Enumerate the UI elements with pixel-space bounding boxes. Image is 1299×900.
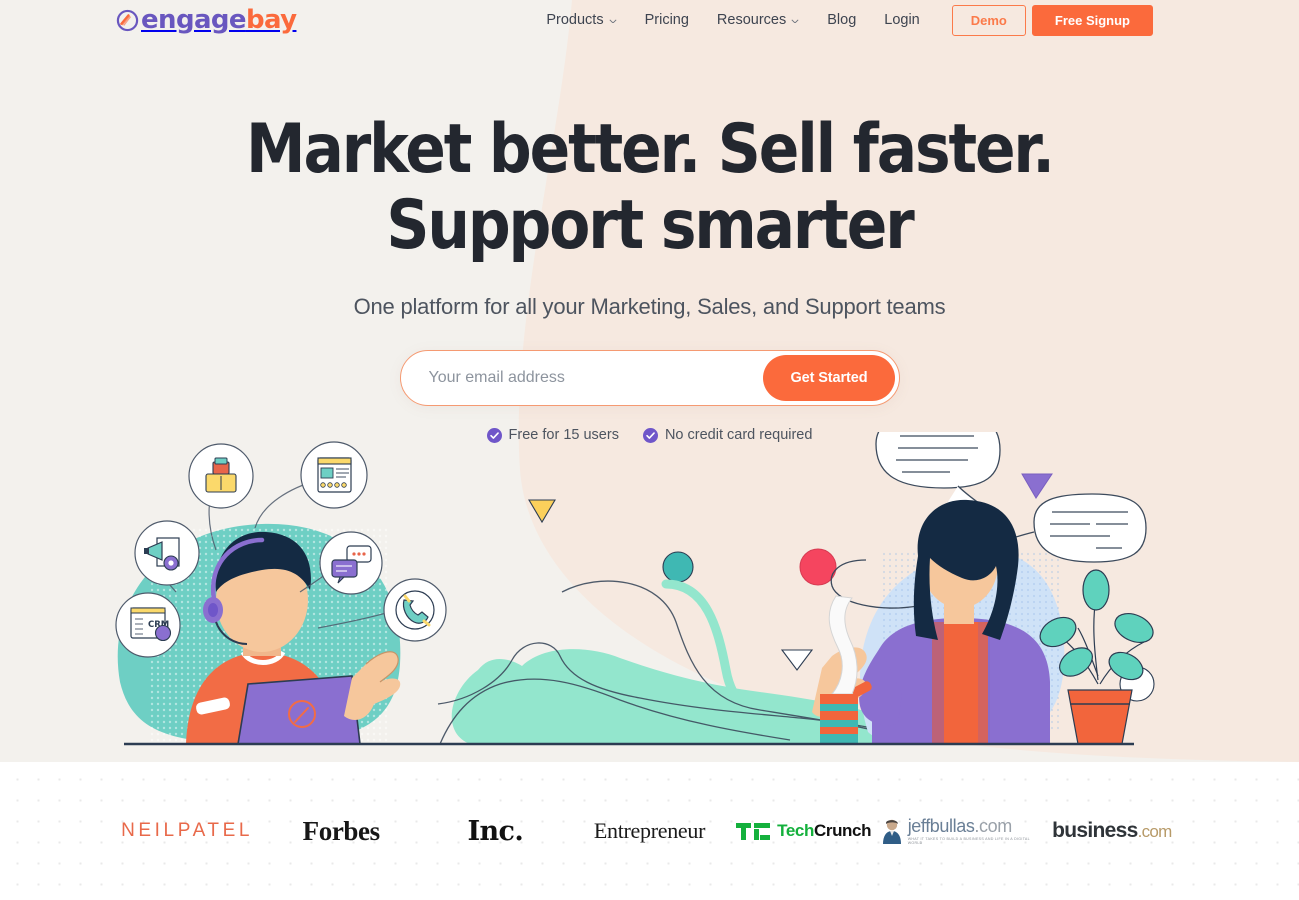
headline-line-2: Support smarter <box>386 186 914 266</box>
site-header: engagebay Products Pricing Resources Blo… <box>0 0 1299 40</box>
email-input[interactable] <box>400 369 764 388</box>
left-illustration-scene: CRM <box>115 441 447 744</box>
logo-inc: Inc. <box>418 808 572 854</box>
assurance-no-credit-card: No credit card required <box>642 427 813 444</box>
chevron-down-icon <box>609 18 617 24</box>
bubble-marketing-megaphone <box>134 520 200 586</box>
bubble-crm: CRM <box>115 592 181 658</box>
logo-word-engage: engage <box>141 5 247 35</box>
purple-triangle <box>1021 473 1053 499</box>
chevron-down-icon <box>791 18 799 24</box>
press-logo-strip: NEILPATEL Forbes Inc. Entrepreneur TechC… <box>0 762 1299 900</box>
jeffbullas-avatar-icon <box>882 819 901 844</box>
main-navigation: Products Pricing Resources Blog Login De… <box>532 4 1153 36</box>
logo-inc-text: Inc. <box>467 815 524 847</box>
logo-techcrunch: TechCrunch <box>727 808 881 854</box>
logo-wordmark: engagebay <box>141 5 297 35</box>
teal-circle <box>662 551 694 583</box>
hero-copy: Market better. Sell faster. Support smar… <box>0 110 1299 320</box>
bubble-landing-page <box>300 441 368 509</box>
nav-label: Products <box>546 12 604 28</box>
logo-businesscom-text: business.com <box>1052 819 1173 843</box>
hero-section: engagebay Products Pricing Resources Blo… <box>0 0 1299 762</box>
techcrunch-mark-icon <box>736 822 771 840</box>
techcrunch-word-crunch: Crunch <box>813 821 872 840</box>
assurance-label: No credit card required <box>664 427 813 444</box>
logo[interactable]: engagebay <box>116 5 297 35</box>
assurance-list: Free for 15 users No credit card require… <box>0 427 1299 443</box>
engagebay-check-mark-icon <box>116 9 139 31</box>
nav-item-blog[interactable]: Blog <box>813 12 870 28</box>
nav-item-pricing[interactable]: Pricing <box>631 12 703 28</box>
business-word: business <box>1052 819 1138 842</box>
business-tld: .com <box>1137 822 1173 841</box>
nav-item-resources[interactable]: Resources <box>703 12 813 28</box>
bubble-phone-call <box>383 578 447 642</box>
logo-neilpatel-text: NEILPATEL <box>121 820 254 841</box>
logo-jeffbullas: jeffbullas.com WHAT IT TAKES TO BUILD A … <box>881 808 1035 854</box>
assurance-free-users: Free for 15 users <box>486 427 619 444</box>
jeffbullas-word: jeffbullas <box>907 815 975 836</box>
logo-techcrunch-text: TechCrunch <box>777 821 871 841</box>
bubble-live-chat <box>319 531 383 595</box>
white-outline-triangle <box>780 649 814 671</box>
logo-word-bay: bay <box>245 5 297 35</box>
nav-label: Login <box>884 12 920 28</box>
hero-illustration: CRM <box>115 432 1155 746</box>
bubble-office-desk <box>188 443 254 509</box>
techcrunch-word-tech: Tech <box>777 821 814 840</box>
assurance-label: Free for 15 users <box>508 427 619 444</box>
logo-businesscom: business.com <box>1035 808 1189 854</box>
jeffbullas-tld: .com <box>974 815 1012 836</box>
demo-button[interactable]: Demo <box>951 4 1026 36</box>
nav-item-login[interactable]: Login <box>870 12 933 28</box>
email-capture-wrapper: Get Started <box>0 350 1299 407</box>
check-circle-icon <box>642 427 658 443</box>
logo-forbes: Forbes <box>264 808 418 854</box>
headline-line-1: Market better. Sell faster. <box>246 110 1055 189</box>
logo-entrepreneur-text: Entrepreneur <box>593 818 706 843</box>
logo-forbes-text: Forbes <box>302 815 380 846</box>
logo-neilpatel: NEILPATEL <box>110 808 264 854</box>
logo-jeffbullas-tagline: WHAT IT TAKES TO BUILD A BUSINESS AND LI… <box>907 836 1030 845</box>
email-capture-form: Get Started <box>399 350 900 407</box>
get-started-button[interactable]: Get Started <box>763 355 895 402</box>
nav-label: Resources <box>716 12 787 28</box>
yellow-triangle <box>528 499 556 524</box>
check-circle-icon <box>486 427 502 443</box>
nav-item-products[interactable]: Products <box>532 12 630 28</box>
free-signup-button[interactable]: Free Signup <box>1031 4 1153 36</box>
page-title: Market better. Sell faster. Support smar… <box>78 110 1221 266</box>
logo-jeffbullas-text: jeffbullas.com <box>908 817 1035 835</box>
logo-entrepreneur: Entrepreneur <box>572 808 726 854</box>
nav-label: Pricing <box>644 12 689 28</box>
hero-subheadline: One platform for all your Marketing, Sal… <box>353 294 946 320</box>
right-illustration-scene <box>812 432 1154 744</box>
nav-label: Blog <box>827 12 857 28</box>
